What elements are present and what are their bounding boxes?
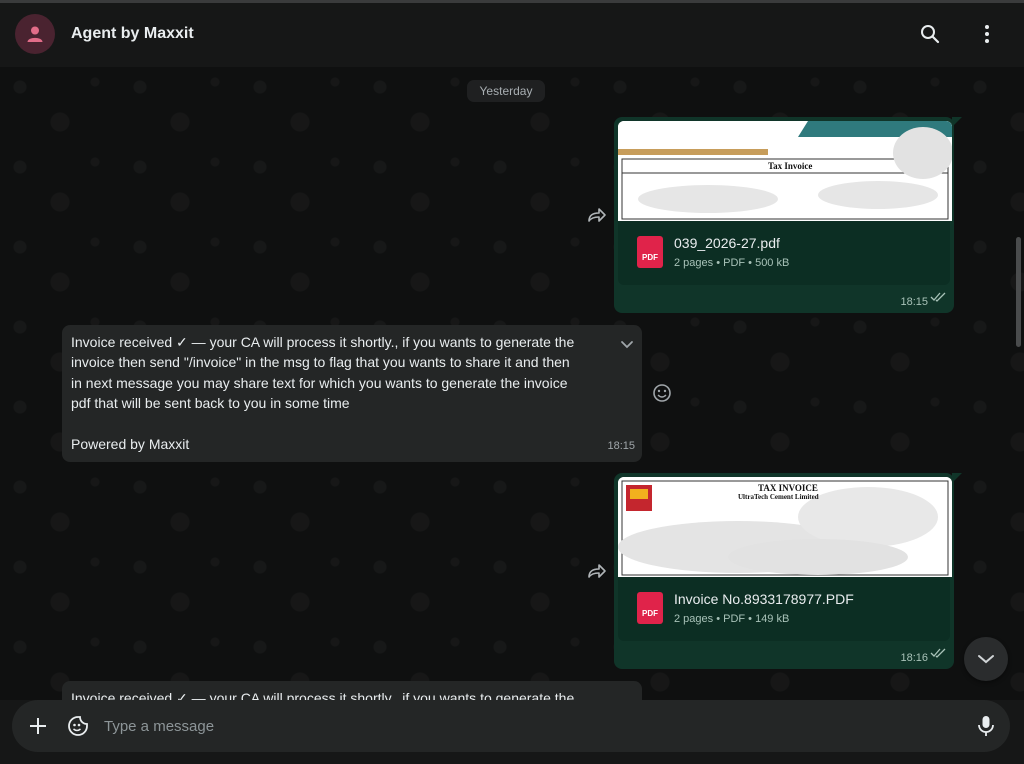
scrollbar[interactable]	[1016, 237, 1021, 347]
contact-name[interactable]: Agent by Maxxit	[71, 25, 194, 43]
pdf-icon: PDF	[637, 592, 663, 624]
outgoing-document-message[interactable]: TAX INVOICE UltraTech Cement Limited PDF…	[614, 473, 962, 669]
sticker-icon	[68, 716, 88, 736]
document-preview[interactable]: Tax Invoice	[618, 121, 952, 221]
message-composer	[12, 700, 1010, 752]
file-name: 039_2026-27.pdf	[674, 235, 780, 251]
forward-button[interactable]	[586, 204, 608, 226]
user-icon	[27, 26, 43, 42]
pdf-icon: PDF	[637, 236, 663, 268]
message-menu-button[interactable]	[620, 335, 634, 355]
emoji-icon	[653, 384, 671, 402]
chevron-down-icon	[978, 655, 994, 664]
forward-button[interactable]	[586, 560, 608, 582]
read-ticks-icon	[930, 645, 946, 663]
outgoing-document-message[interactable]: Tax Invoice PDF 039_2026-27.pdf 2 pages …	[614, 117, 962, 313]
voice-message-button[interactable]	[974, 714, 998, 738]
forward-icon	[588, 208, 606, 222]
more-vertical-icon	[985, 25, 989, 43]
file-meta: 2 pages • PDF • 500 kB	[674, 257, 790, 269]
sticker-button[interactable]	[66, 714, 90, 738]
avatar[interactable]	[15, 14, 55, 54]
message-input[interactable]	[104, 714, 954, 738]
chat-window: Agent by Maxxit Yesterday Tax Invoice PD…	[0, 0, 1024, 764]
attach-button[interactable]	[26, 714, 50, 738]
plus-icon	[30, 718, 46, 734]
menu-button[interactable]	[972, 19, 1002, 49]
file-meta: 2 pages • PDF • 149 kB	[674, 613, 790, 625]
scroll-to-bottom-button[interactable]	[964, 637, 1008, 681]
message-time: 18:16	[900, 652, 928, 664]
incoming-text-message[interactable]: Invoice received ✓ — your CA will proces…	[62, 681, 642, 700]
date-separator: Yesterday	[467, 80, 545, 102]
message-time: 18:15	[900, 296, 928, 308]
chevron-down-icon	[621, 341, 633, 349]
message-text: Invoice received ✓ — your CA will proces…	[71, 334, 575, 412]
document-info[interactable]: PDF Invoice No.8933178977.PDF 2 pages • …	[618, 577, 950, 641]
preview-heading: TAX INVOICE	[758, 483, 818, 493]
message-list[interactable]: Yesterday Tax Invoice PDF 039_2026-27.pd…	[0, 67, 1024, 700]
message-footer-text: Powered by Maxxit	[71, 435, 190, 452]
react-button[interactable]	[651, 382, 673, 404]
preview-heading: Tax Invoice	[768, 161, 813, 171]
message-text: Invoice received ✓ — your CA will proces…	[71, 690, 575, 700]
document-info[interactable]: PDF 039_2026-27.pdf 2 pages • PDF • 500 …	[618, 221, 950, 285]
document-preview[interactable]: TAX INVOICE UltraTech Cement Limited	[618, 477, 952, 577]
preview-subheading: UltraTech Cement Limited	[738, 493, 819, 501]
search-icon	[921, 25, 940, 44]
invoice-thumbnail	[618, 121, 952, 221]
chat-header: Agent by Maxxit	[0, 3, 1024, 67]
read-ticks-icon	[930, 289, 946, 307]
message-time: 18:15	[607, 439, 635, 452]
search-button[interactable]	[915, 19, 945, 49]
microphone-icon	[978, 716, 994, 736]
file-name: Invoice No.8933178977.PDF	[674, 591, 854, 607]
incoming-text-message[interactable]: Invoice received ✓ — your CA will proces…	[62, 325, 642, 463]
forward-icon	[588, 564, 606, 578]
